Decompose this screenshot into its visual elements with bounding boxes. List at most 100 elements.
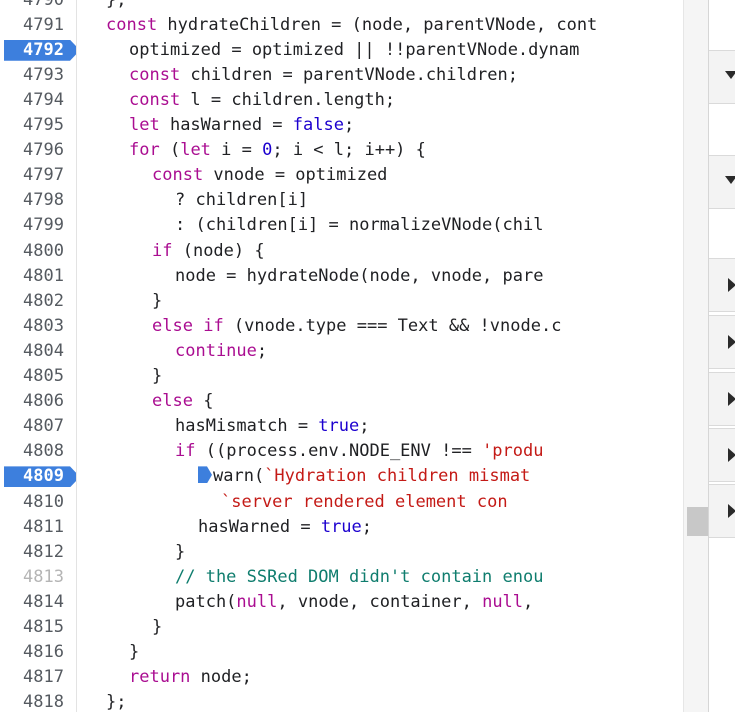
line-number[interactable]: 4808 xyxy=(0,439,76,464)
code-line: optimized = optimized || !!parentVNode.d… xyxy=(129,38,579,63)
line-number-text: 4810 xyxy=(23,491,64,512)
line-number-text: 4793 xyxy=(23,64,64,85)
debugger-side-panel xyxy=(708,0,735,712)
code-line: const children = parentVNode.children; xyxy=(129,63,518,88)
code-token: else xyxy=(152,315,193,336)
line-number[interactable]: 4802 xyxy=(0,289,76,314)
line-number[interactable]: 4799 xyxy=(0,213,76,238)
code-token: `server rendered element con xyxy=(221,491,508,512)
side-panel-section-toggle[interactable] xyxy=(709,372,735,426)
code-token: children = parentVNode.children; xyxy=(180,64,518,85)
code-line: } xyxy=(152,364,162,389)
code-token: let xyxy=(129,115,160,135)
code-line: : (children[i] = normalizeVNode(chil xyxy=(175,213,543,238)
code-token: patch( xyxy=(175,591,237,612)
code-line: }; xyxy=(106,690,126,712)
line-number-text: 4811 xyxy=(23,516,64,537)
line-number[interactable]: 4816 xyxy=(0,640,76,665)
code-token: continue xyxy=(175,340,257,361)
line-number[interactable]: 4806 xyxy=(0,389,76,414)
code-token: ( xyxy=(159,140,181,161)
code-token: ? children[i] xyxy=(175,190,309,211)
code-token: if xyxy=(152,240,173,261)
code-line: continue; xyxy=(175,339,267,364)
side-panel-section-toggle[interactable] xyxy=(709,258,735,312)
code-line: else if (vnode.type === Text && !vnode.c xyxy=(152,314,561,339)
code-token: ; xyxy=(256,340,268,361)
line-number[interactable]: 4817 xyxy=(0,665,76,690)
line-number[interactable]: 4811 xyxy=(0,515,76,540)
line-number[interactable]: 4813 xyxy=(0,565,76,590)
line-number-text: 4803 xyxy=(23,315,64,336)
line-number[interactable]: 4793 xyxy=(0,63,76,88)
line-number-text: 4796 xyxy=(23,140,64,161)
code-line: node = hydrateNode(node, vnode, pare xyxy=(175,264,543,289)
code-area[interactable]: }; const hydrateChildren = (node, parentV… xyxy=(76,0,683,712)
line-number-gutter[interactable]: 47904791 4792 4793 4794 4795 4796 4797 4798 4799… xyxy=(0,0,77,712)
line-number[interactable]: 4790 xyxy=(0,0,76,13)
line-number[interactable]: 4812 xyxy=(0,540,76,565)
side-panel-section-toggle[interactable] xyxy=(709,428,735,482)
line-number-text: 4804 xyxy=(23,340,64,361)
code-line: // the SSRed DOM didn't contain enou xyxy=(175,565,543,590)
line-number[interactable]: 4804 xyxy=(0,339,76,364)
line-number[interactable]: 4801 xyxy=(0,264,76,289)
code-token: for xyxy=(129,140,160,161)
line-number[interactable]: 4796 xyxy=(0,138,76,163)
line-number[interactable]: 4818 xyxy=(0,690,76,712)
code-token: optimized = optimized || !!parentVNode.d… xyxy=(129,39,580,60)
line-number[interactable]: 4798 xyxy=(0,188,76,213)
line-number[interactable]: 4807 xyxy=(0,414,76,439)
code-token: hasWarned = xyxy=(198,516,321,537)
line-number[interactable]: 4805 xyxy=(0,364,76,389)
line-number-text: 4791 xyxy=(23,14,64,35)
source-editor[interactable]: 47904791 4792 4793 4794 4795 4796 4797 4798 4799… xyxy=(0,0,683,712)
scrollbar-thumb[interactable] xyxy=(687,507,708,536)
code-token: 0 xyxy=(262,140,273,161)
code-token: ; xyxy=(343,115,355,135)
code-token: hasWarned = xyxy=(159,115,293,135)
code-token: warn( xyxy=(213,466,265,487)
line-number[interactable]: 4794 xyxy=(0,88,76,113)
code-token: ; i < l; i++) { xyxy=(272,140,426,161)
code-line: for (let i = 0; i < l; i++) { xyxy=(129,138,426,163)
code-token: } xyxy=(175,541,186,562)
chevron-right-icon xyxy=(728,278,735,292)
side-panel-section-toggle[interactable] xyxy=(709,155,735,209)
editor-scrollbar[interactable] xyxy=(683,0,709,712)
chevron-down-icon xyxy=(725,176,735,184)
code-token: const xyxy=(106,14,158,35)
line-number[interactable]: 4800 xyxy=(0,239,76,264)
code-token: 'produ xyxy=(482,441,544,462)
line-number[interactable]: 4791 xyxy=(0,13,76,38)
line-number-text: 4808 xyxy=(23,441,64,462)
code-line: if ((process.env.NODE_ENV !== 'produ xyxy=(175,439,543,464)
code-token: if xyxy=(203,315,224,336)
code-line: warn(`Hydration children mismat xyxy=(198,464,530,489)
line-number[interactable]: 4797 xyxy=(0,163,76,188)
code-token: } xyxy=(152,290,163,311)
inline-breakpoint-icon[interactable] xyxy=(198,466,212,484)
line-number-text: 4814 xyxy=(23,591,64,612)
breakpoint-line-number[interactable]: 4809 xyxy=(0,464,76,489)
line-number[interactable]: 4814 xyxy=(0,590,76,615)
side-panel-section-toggle[interactable] xyxy=(709,50,735,104)
code-token: hasMismatch = xyxy=(175,416,319,437)
line-number[interactable]: 4815 xyxy=(0,615,76,640)
breakpoint-line-number[interactable]: 4792 xyxy=(0,38,76,63)
side-panel-section-toggle[interactable] xyxy=(709,484,735,538)
line-number[interactable]: 4795 xyxy=(0,113,76,138)
chevron-right-icon xyxy=(728,392,735,406)
line-number-text: 4802 xyxy=(23,290,64,311)
line-number[interactable]: 4803 xyxy=(0,314,76,339)
code-line: if (node) { xyxy=(152,239,265,264)
chevron-right-icon xyxy=(728,335,735,349)
line-number[interactable]: 4810 xyxy=(0,490,76,515)
line-number-text: 4817 xyxy=(23,667,64,688)
side-panel-section-toggle[interactable] xyxy=(709,315,735,369)
code-line: }; xyxy=(106,0,126,13)
code-token: } xyxy=(129,642,140,663)
code-token: const xyxy=(152,165,204,186)
line-number-text: 4805 xyxy=(23,366,64,386)
